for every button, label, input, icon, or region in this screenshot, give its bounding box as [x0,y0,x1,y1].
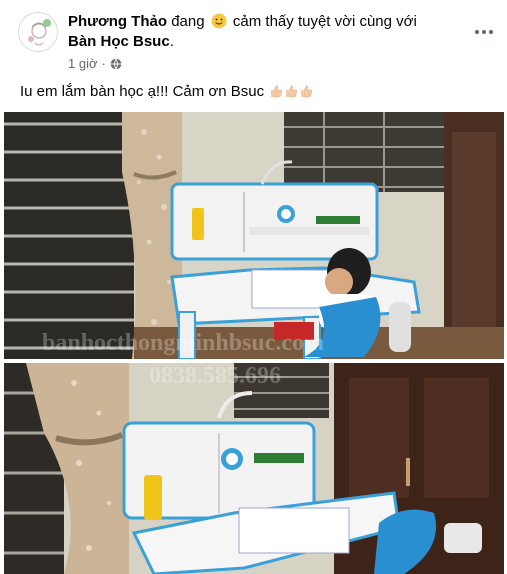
post-time[interactable]: 1 giờ [68,56,98,72]
globe-icon[interactable] [110,58,122,70]
photo-desk-boy [4,112,504,359]
author-name[interactable]: Phương Thảo [68,13,167,30]
post-header: Phương Thảo đang cảm thấy tuyệt vời cùng… [18,12,498,72]
avatar-flower-icon [19,13,57,51]
meta-dot: · [101,56,106,71]
facebook-post: Phương Thảo đang cảm thấy tuyệt vời cùng… [0,0,507,574]
post-meta: 1 giờ · [68,56,122,72]
avatar[interactable] [18,12,58,52]
photo-desk-closeup [4,363,504,574]
post-author-line: Phương Thảo đang cảm thấy tuyệt vời cùng… [68,12,448,52]
post-photo-2[interactable]: 0838.585.696 [4,363,504,574]
thumbs-up-emoji-icon [271,85,283,98]
feeling-text: cảm thấy tuyệt vời cùng với [232,13,417,30]
tagged-page[interactable]: Bàn Học Bsuc [68,33,170,50]
post-photo-1[interactable]: banhocthongminhbsuc.com [4,112,504,359]
more-options-icon[interactable] [470,18,498,46]
thumbs-up-emoji-icon [301,85,313,98]
post-caption: Iu em lắm bàn học ạ!!! Cảm ơn Bsuc [20,82,313,102]
caption-text: Iu em lắm bàn học ạ!!! Cảm ơn Bsuc [20,83,265,100]
smile-emoji-icon [211,13,227,29]
feeling-prefix: đang [171,13,205,30]
thumbs-up-emoji-icon [286,85,298,98]
tagged-suffix: . [169,33,174,50]
